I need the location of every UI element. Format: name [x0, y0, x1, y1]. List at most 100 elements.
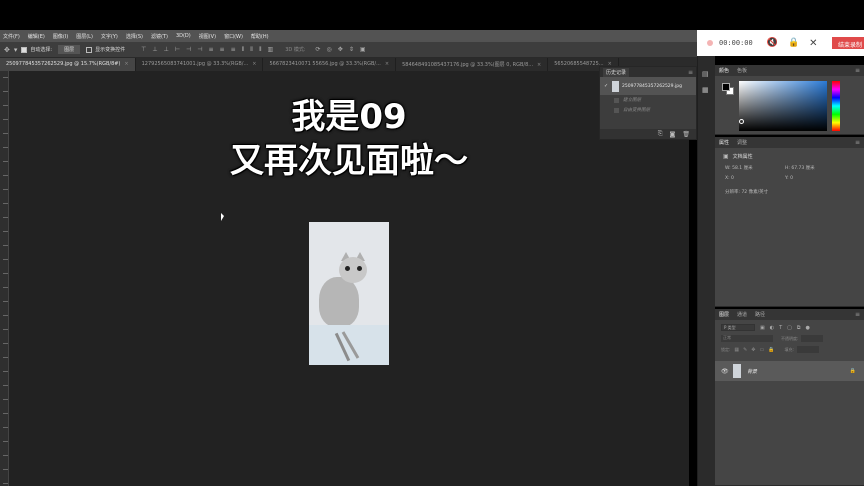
panel-menu-icon[interactable]: ≡ — [855, 67, 860, 74]
distribute-middle-icon[interactable]: ≡ — [220, 46, 225, 54]
align-middle-icon[interactable]: ⊥ — [152, 46, 157, 54]
x-field[interactable]: X: 0 — [725, 176, 785, 181]
properties-panel-icon[interactable]: ▦ — [702, 86, 712, 94]
color-picker-selector[interactable] — [739, 119, 744, 124]
filter-shape-icon[interactable]: ▢ — [787, 325, 792, 331]
opacity-input[interactable] — [801, 335, 824, 342]
fill-input[interactable] — [796, 346, 819, 353]
filter-toggle-icon[interactable]: ● — [805, 325, 809, 331]
align-bottom-icon[interactable]: ⊥ — [164, 46, 169, 54]
menu-item[interactable]: 图像(I) — [53, 33, 68, 40]
menu-item[interactable]: 帮助(H) — [251, 33, 269, 40]
tab-paths[interactable]: 路径 — [755, 311, 765, 318]
chevron-down-icon[interactable]: ▾ — [14, 46, 18, 54]
tab-channels[interactable]: 通道 — [737, 311, 747, 318]
align-top-icon[interactable]: ⊤ — [141, 46, 146, 54]
filter-pixel-icon[interactable]: ▣ — [760, 325, 765, 331]
eye-icon[interactable]: 👁 — [721, 368, 731, 375]
menu-item[interactable]: 文件(F) — [3, 33, 20, 40]
menu-item[interactable]: 窗口(W) — [224, 33, 243, 40]
menu-item[interactable]: 文字(Y) — [101, 33, 118, 40]
lock-all-icon[interactable]: 🔒 — [768, 347, 774, 353]
menu-item[interactable]: 滤镜(T) — [151, 33, 168, 40]
3d-pan-icon[interactable]: ✥ — [338, 46, 343, 53]
tab-swatches[interactable]: 色板 — [737, 67, 747, 74]
lock-artboard-icon[interactable]: ▭ — [760, 347, 765, 353]
lock-pixels-icon[interactable]: ▦ — [734, 347, 739, 353]
height-field[interactable]: H: 67.73 厘米 — [785, 165, 845, 171]
width-field[interactable]: W: 58.1 厘米 — [725, 165, 785, 171]
menu-item[interactable]: 选择(S) — [126, 33, 143, 40]
auto-select-checkbox[interactable] — [21, 46, 28, 53]
menu-item[interactable]: 图层(L) — [76, 33, 93, 40]
tab-color[interactable]: 颜色 — [719, 67, 729, 74]
history-step[interactable]: 自由变换图层 — [600, 105, 696, 115]
filter-adjust-icon[interactable]: ◐ — [770, 325, 774, 331]
layer-row[interactable]: 👁 背景 🔒 — [715, 361, 864, 381]
document-image-cat[interactable] — [309, 222, 389, 365]
auto-align-icon[interactable]: ▥ — [268, 46, 274, 54]
layer-filter-dropdown[interactable]: P 类型 — [721, 324, 755, 331]
filter-type-icon[interactable]: T — [779, 325, 782, 331]
brush-source-icon[interactable]: ✓ — [604, 83, 610, 89]
tab-properties[interactable]: 属性 — [719, 139, 729, 146]
end-recording-button[interactable]: 结束录制 — [832, 37, 864, 49]
menu-item[interactable]: 3D(D) — [176, 33, 191, 39]
3d-roll-icon[interactable]: ◎ — [327, 46, 332, 53]
lock-move-icon[interactable]: ✥ — [751, 347, 755, 353]
show-transform-checkbox[interactable] — [86, 46, 93, 53]
close-tab-icon[interactable]: × — [252, 61, 256, 67]
vertical-ruler — [0, 71, 9, 486]
tab-adjustments[interactable]: 调整 — [737, 139, 747, 146]
close-icon[interactable]: ✕ — [809, 38, 817, 49]
filter-smart-icon[interactable]: ⧉ — [797, 325, 801, 331]
history-step[interactable]: 建立图层 — [600, 95, 696, 105]
distribute-bottom-icon[interactable]: ≡ — [231, 46, 236, 54]
align-left-icon[interactable]: ⊢ — [175, 46, 180, 54]
camera-snapshot-icon[interactable]: ◙ — [670, 131, 676, 138]
tab-layers[interactable]: 图层 — [719, 311, 729, 318]
ruler-tick — [3, 245, 8, 246]
close-tab-icon[interactable]: × — [537, 62, 541, 68]
camera-icon[interactable]: 🔒 — [788, 38, 799, 48]
history-tab[interactable]: 历史记录 — [603, 67, 630, 77]
trash-icon[interactable]: 🗑 — [682, 131, 690, 138]
3d-rotate-icon[interactable]: ⟳ — [316, 46, 321, 53]
document-tab[interactable]: 584648491085437176.jpg @ 33.3%(图层 0, RGB… — [396, 58, 549, 71]
foreground-color-swatch[interactable] — [722, 83, 730, 91]
record-indicator-icon — [707, 40, 713, 46]
blend-mode-dropdown[interactable]: 正常 — [721, 335, 773, 342]
lock-paint-icon[interactable]: ✎ — [743, 347, 747, 353]
panel-menu-icon[interactable]: ≡ — [685, 68, 696, 77]
align-center-icon[interactable]: ⊣ — [186, 46, 191, 54]
document-tab[interactable]: 2509778453572625​29.jpg @ 15.7%(RGB/8#) × — [0, 58, 136, 71]
document-tab[interactable]: 5667823410071 55656.jpg @ 33.3%(RGB/... × — [263, 58, 397, 71]
close-tab-icon[interactable]: × — [385, 61, 389, 67]
3d-slide-icon[interactable]: ⇕ — [349, 46, 354, 53]
hue-slider[interactable] — [832, 81, 840, 131]
menu-item[interactable]: 编辑(E) — [28, 33, 45, 40]
distribute-center-icon[interactable]: ⦀ — [250, 46, 253, 54]
align-right-icon[interactable]: ⊣ — [197, 46, 202, 54]
distribute-left-icon[interactable]: ⦀ — [242, 46, 245, 54]
menu-item[interactable]: 视图(V) — [199, 33, 216, 40]
move-tool-icon[interactable]: ✥ — [4, 46, 10, 54]
3d-scale-icon[interactable]: ▣ — [360, 46, 366, 53]
ruler-tick — [3, 301, 8, 302]
canvas-area[interactable]: 我是09 又再次见面啦～ — [9, 71, 689, 486]
document-tab[interactable]: 12792565083741001.jpg @ 33.3%(RGB/... × — [136, 58, 264, 71]
auto-select-dropdown[interactable]: 图层 — [58, 45, 81, 54]
distribute-top-icon[interactable]: ≡ — [209, 46, 214, 54]
close-tab-icon[interactable]: × — [124, 61, 128, 67]
history-panel-icon[interactable]: ▤ — [702, 70, 712, 78]
distribute-right-icon[interactable]: ⦀ — [259, 46, 262, 54]
history-snapshot[interactable]: ✓ 2509778453572625​29.jpg — [600, 77, 696, 95]
y-field[interactable]: Y: 0 — [785, 176, 845, 181]
snapshot-label: 2509778453572625​29.jpg — [622, 83, 682, 89]
new-document-icon[interactable]: ⎘ — [658, 130, 663, 138]
panel-menu-icon[interactable]: ≡ — [855, 139, 860, 146]
ruler-tick — [3, 455, 8, 456]
mic-muted-icon[interactable]: 🔇 — [767, 38, 778, 48]
color-picker-field[interactable] — [739, 81, 827, 131]
panel-menu-icon[interactable]: ≡ — [855, 311, 860, 318]
